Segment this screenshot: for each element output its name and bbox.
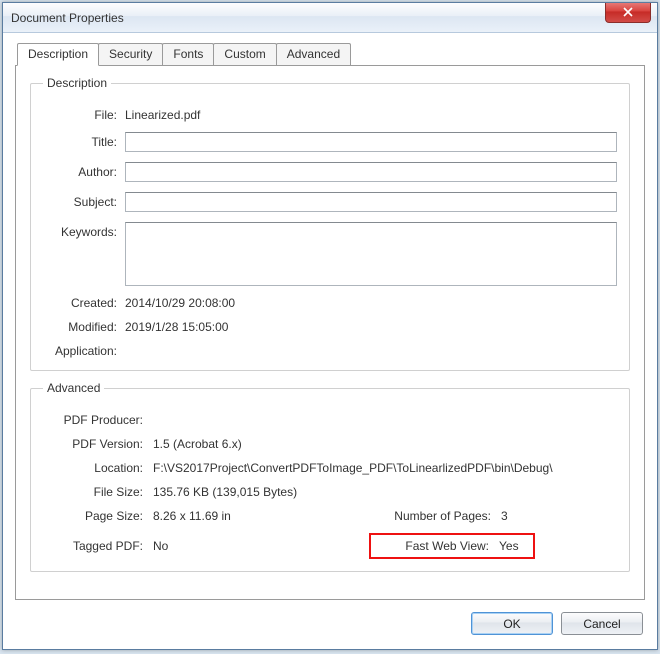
filesize-value: 135.76 KB (139,015 Bytes) [153, 485, 617, 499]
tab-advanced[interactable]: Advanced [276, 43, 351, 65]
tab-security[interactable]: Security [98, 43, 163, 65]
numpages-label: Number of Pages: [373, 509, 501, 523]
location-label: Location: [43, 461, 153, 475]
created-value: 2014/10/29 20:08:00 [125, 296, 617, 310]
subject-input[interactable] [125, 192, 617, 212]
keywords-label: Keywords: [43, 222, 125, 239]
fast-web-view-highlight: Fast Web View: Yes [369, 533, 535, 559]
tab-custom[interactable]: Custom [213, 43, 276, 65]
pagesize-value: 8.26 x 11.69 in [153, 509, 231, 523]
title-input[interactable] [125, 132, 617, 152]
dialog-window: Document Properties Description Security… [2, 2, 658, 650]
advanced-group: Advanced PDF Producer: PDF Version: 1.5 … [30, 381, 630, 572]
close-icon [623, 6, 633, 20]
tab-strip: Description Security Fonts Custom Advanc… [17, 43, 645, 65]
tab-panel: Description File: Linearized.pdf Title: … [15, 65, 645, 600]
application-label: Application: [43, 344, 125, 358]
subject-label: Subject: [43, 195, 125, 209]
modified-value: 2019/1/28 15:05:00 [125, 320, 617, 334]
description-legend: Description [43, 76, 111, 90]
version-label: PDF Version: [43, 437, 153, 451]
producer-label: PDF Producer: [43, 413, 153, 427]
tagged-value: No [153, 539, 168, 553]
author-input[interactable] [125, 162, 617, 182]
modified-label: Modified: [43, 320, 125, 334]
title-label: Title: [43, 135, 125, 149]
file-label: File: [43, 108, 125, 122]
tagged-label: Tagged PDF: [43, 539, 153, 553]
advanced-legend: Advanced [43, 381, 104, 395]
fastweb-label: Fast Web View: [371, 539, 499, 553]
tab-description[interactable]: Description [17, 43, 99, 66]
numpages-value: 3 [501, 509, 508, 523]
description-group: Description File: Linearized.pdf Title: … [30, 76, 630, 371]
pagesize-label: Page Size: [43, 509, 153, 523]
file-value: Linearized.pdf [125, 108, 617, 122]
window-title: Document Properties [11, 11, 124, 25]
close-button[interactable] [605, 3, 651, 23]
keywords-input[interactable] [125, 222, 617, 286]
created-label: Created: [43, 296, 125, 310]
author-label: Author: [43, 165, 125, 179]
ok-button[interactable]: OK [471, 612, 553, 635]
fastweb-value: Yes [499, 539, 519, 553]
filesize-label: File Size: [43, 485, 153, 499]
dialog-content: Description Security Fonts Custom Advanc… [3, 33, 657, 600]
version-value: 1.5 (Acrobat 6.x) [153, 437, 617, 451]
producer-value [153, 413, 617, 427]
titlebar: Document Properties [3, 3, 657, 33]
dialog-buttons: OK Cancel [3, 600, 657, 649]
tab-fonts[interactable]: Fonts [162, 43, 214, 65]
location-value: F:\VS2017Project\ConvertPDFToImage_PDF\T… [153, 461, 617, 475]
cancel-button[interactable]: Cancel [561, 612, 643, 635]
